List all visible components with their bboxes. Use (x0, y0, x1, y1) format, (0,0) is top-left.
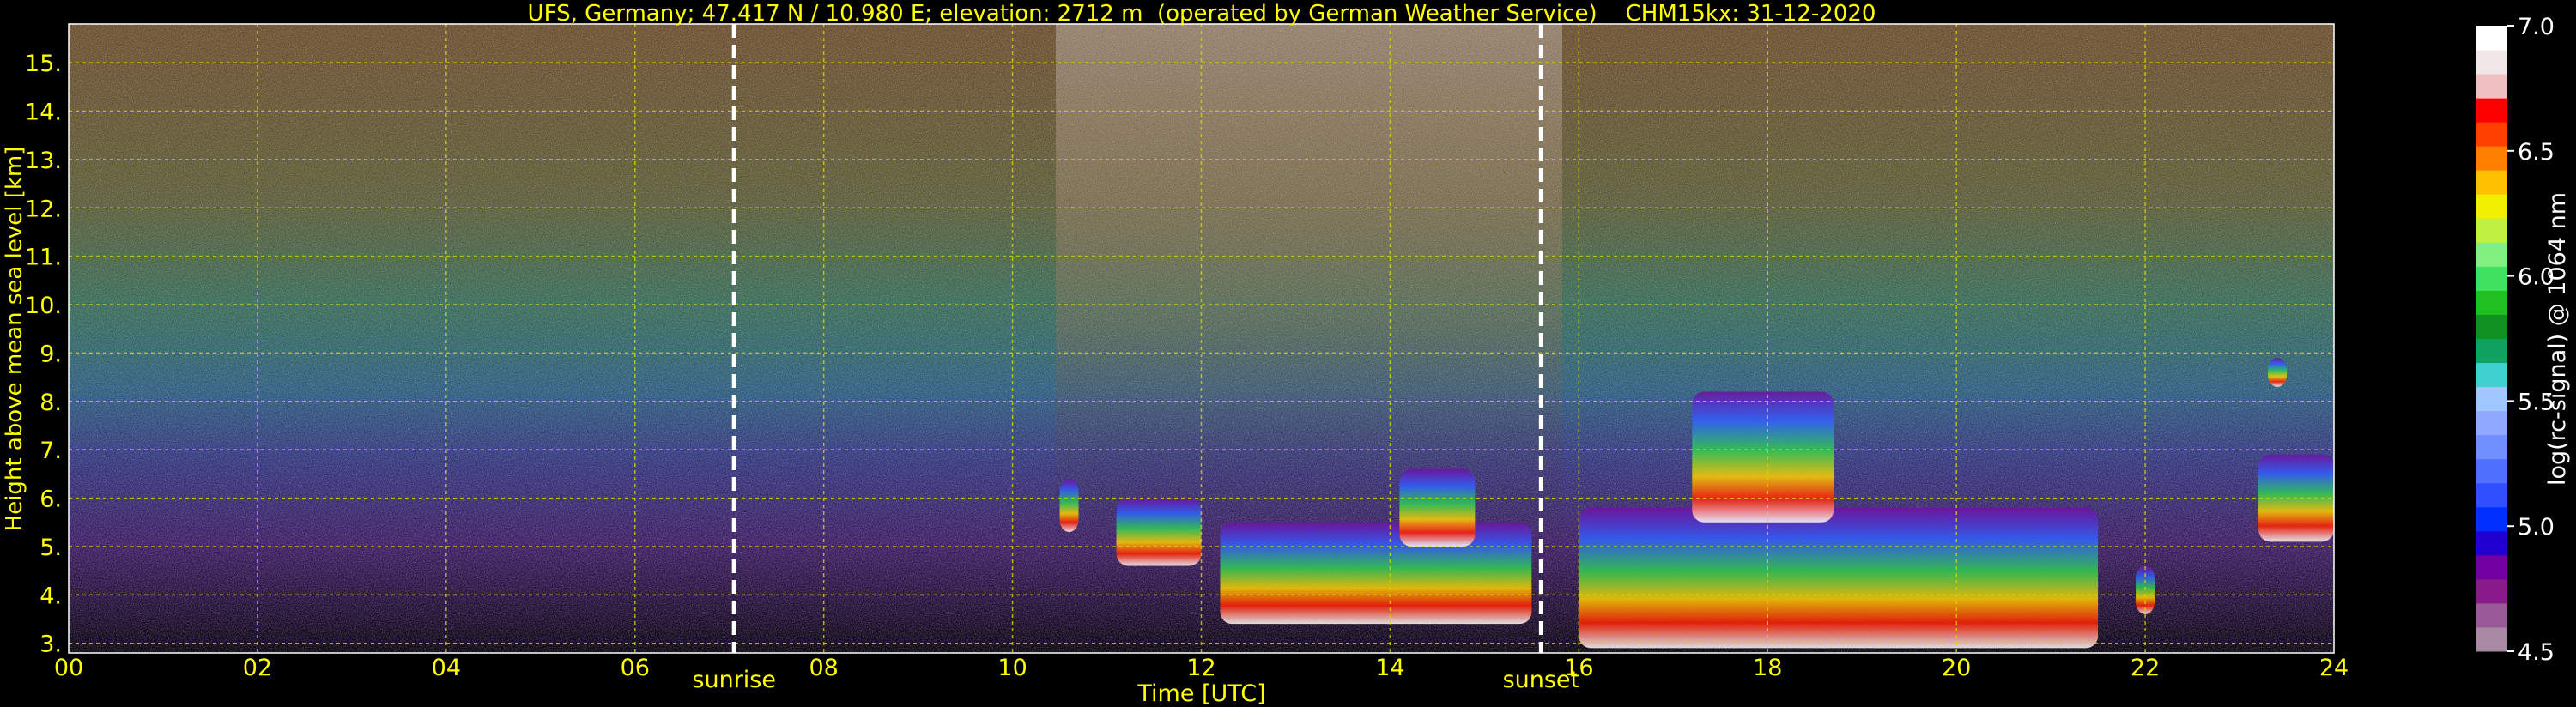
colorbar-segment (2476, 338, 2507, 364)
colorbar-segment (2476, 410, 2507, 436)
colorbar-segment (2476, 362, 2507, 388)
colorbar-segment (2476, 530, 2507, 556)
y-tick-label: 8. (39, 390, 62, 416)
y-tick-label: 15. (25, 51, 62, 77)
x-tick-label: 20 (1942, 655, 1971, 681)
x-tick-label: 10 (997, 655, 1027, 681)
colorbar-segment (2476, 314, 2507, 339)
y-tick-label: 13. (25, 148, 62, 174)
colorbar-segment (2476, 122, 2507, 147)
x-tick-label: 14 (1375, 655, 1404, 681)
colorbar-segment (2476, 290, 2507, 315)
x-tick-label: 16 (1564, 655, 1593, 681)
x-tick-label: 02 (243, 655, 272, 681)
colorbar (2476, 26, 2507, 652)
colorbar-segment (2476, 386, 2507, 412)
cloud-layer (1579, 507, 2099, 649)
colorbar-segment (2476, 458, 2507, 484)
y-tick-label: 9. (39, 341, 62, 367)
colorbar-segment (2476, 98, 2507, 123)
cloud-layer (1399, 468, 1476, 547)
y-tick-label: 6. (39, 486, 62, 513)
colorbar-segment (2476, 626, 2507, 652)
colorbar-segment (2476, 146, 2507, 171)
colorbar-segment (2476, 170, 2507, 195)
x-tick-label: 04 (432, 655, 461, 681)
y-tick-label: 4. (39, 583, 62, 609)
x-tick-label: 24 (2319, 655, 2349, 681)
x-tick-label: 00 (54, 655, 83, 681)
x-tick-label: 08 (809, 655, 838, 681)
x-tick-label: 06 (621, 655, 650, 681)
y-tick-label: 11. (25, 245, 62, 271)
colorbar-segment (2476, 554, 2507, 580)
colorbar-segment (2476, 434, 2507, 460)
x-tick-label: 18 (1753, 655, 1782, 681)
x-axis-label: Time [UTC] (1136, 680, 1265, 707)
colorbar-segment (2476, 218, 2507, 243)
sun-marker-label: sunrise (692, 667, 776, 693)
chart-title: UFS, Germany; 47.417 N / 10.980 E; eleva… (528, 1, 1876, 27)
y-tick-labels: 3.4.5.6.7.8.9.10.11.12.13.14.15. (25, 51, 62, 658)
y-tick-label: 5. (39, 535, 62, 561)
colorbar-segment (2476, 26, 2507, 51)
y-tick-label: 10. (25, 293, 62, 319)
y-tick-label: 12. (25, 196, 62, 222)
colorbar-tick-label: 7.0 (2518, 14, 2555, 40)
colorbar-segment (2476, 242, 2507, 267)
cloud-layer (1116, 498, 1202, 566)
colorbar-segment (2476, 50, 2507, 75)
colorbar-segment (2476, 266, 2507, 291)
cloud-layer (1220, 522, 1532, 625)
colorbar-tick-label: 5.0 (2518, 514, 2555, 541)
colorbar-segment (2476, 506, 2507, 532)
ceilometer-chart: sunrise sunset UFS, Germany; 47.417 N / 1… (2, 1, 2571, 707)
colorbar-segment (2476, 482, 2507, 508)
cloud-layer (2268, 358, 2288, 387)
colorbar-segment (2476, 578, 2507, 604)
colorbar-segment (2476, 194, 2507, 219)
x-tick-label: 12 (1186, 655, 1215, 681)
y-tick-label: 14. (25, 99, 62, 125)
colorbar-segment (2476, 602, 2507, 628)
colorbar-tick-label: 4.5 (2518, 639, 2555, 666)
cloud-layer (1059, 479, 1079, 533)
colorbar-label: log(rc-signal) @ 1064 nm (2544, 192, 2571, 486)
cloud-layer (1692, 391, 1834, 523)
colorbar-segment (2476, 74, 2507, 99)
y-axis-label: Height above mean sea level [km] (2, 147, 27, 532)
colorbar-tick-label: 6.5 (2518, 139, 2555, 166)
x-tick-label: 22 (2131, 655, 2160, 681)
x-tick-labels: 00 02 04 06 08 10 12 14 16 18 20 22 24 (54, 655, 2349, 681)
y-tick-label: 7. (39, 438, 62, 464)
